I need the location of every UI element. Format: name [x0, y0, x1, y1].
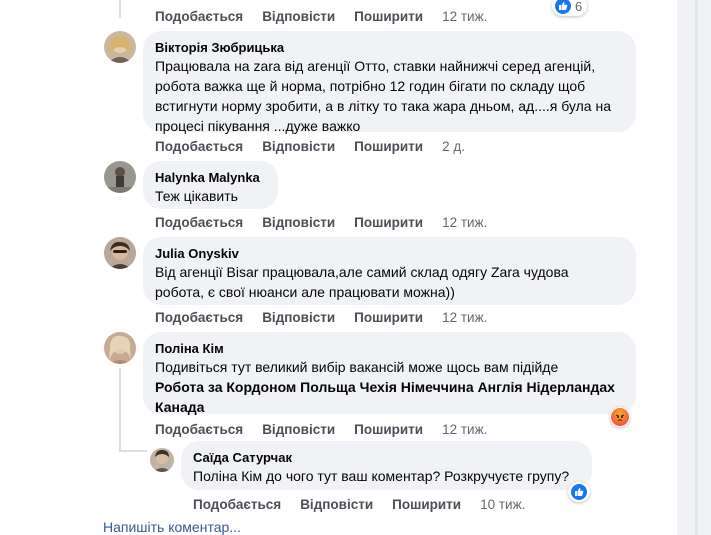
comment-bubble: Halynka Malynka Теж цікавить	[143, 161, 278, 209]
reply-button[interactable]: Відповісти	[262, 9, 335, 25]
comment-text: Теж цікавить	[155, 188, 238, 204]
right-gutter	[677, 0, 711, 535]
timestamp[interactable]: 12 тиж.	[442, 215, 487, 231]
like-button[interactable]: Подобається	[193, 497, 281, 513]
avatar[interactable]	[150, 448, 174, 472]
comment-author[interactable]: Julia Onyskiv	[155, 245, 624, 262]
avatar[interactable]	[104, 332, 136, 364]
comment-actions: Подобається Відповісти Поширити 12 тиж.	[155, 310, 487, 326]
like-reaction-icon	[555, 0, 571, 14]
thread-line	[119, 0, 121, 18]
comment-text: Поліна Кім до чого тут ваш коментар? Роз…	[193, 468, 570, 484]
reaction-badge[interactable]	[610, 407, 630, 427]
angry-reaction-icon	[611, 408, 629, 426]
share-button[interactable]: Поширити	[354, 422, 423, 438]
like-reaction-icon	[571, 484, 587, 500]
share-button[interactable]: Поширити	[392, 497, 461, 513]
reaction-badge[interactable]	[568, 482, 590, 502]
share-button[interactable]: Поширити	[354, 139, 423, 155]
reaction-count: 6	[575, 0, 583, 14]
scrollbar-track[interactable]	[695, 0, 698, 535]
timestamp[interactable]: 10 тиж.	[480, 497, 525, 513]
like-button[interactable]: Подобається	[155, 422, 243, 438]
comment-text: Від агенції Bisar працювала,але самий ск…	[155, 264, 569, 300]
timestamp[interactable]: 12 тиж.	[442, 422, 487, 438]
comment-actions: Подобається Відповісти Поширити 12 тиж.	[155, 9, 487, 25]
avatar[interactable]	[104, 161, 136, 193]
comment-actions: Подобається Відповісти Поширити 10 тиж.	[193, 497, 525, 513]
thread-line	[119, 368, 121, 452]
share-button[interactable]: Поширити	[354, 310, 423, 326]
comment-text: Подивіться тут великий вибір вакансій мо…	[155, 359, 559, 375]
comment-bubble: Саїда Сатурчак Поліна Кім до чого тут ва…	[181, 441, 592, 490]
comment-actions: Подобається Відповісти Поширити 2 д.	[155, 139, 465, 155]
like-button[interactable]: Подобається	[155, 139, 243, 155]
comment-author[interactable]: Вікторія Зюбрицька	[155, 39, 624, 56]
comment-bubble: Поліна Кім Подивіться тут великий вибір …	[143, 332, 636, 417]
thread-line	[119, 450, 147, 452]
reply-button[interactable]: Відповісти	[262, 422, 335, 438]
avatar[interactable]	[104, 31, 136, 63]
comment-bubble: Вікторія Зюбрицька Працювала на zara від…	[143, 31, 636, 134]
timestamp[interactable]: 12 тиж.	[442, 9, 487, 25]
comment-text: Працювала на zara від агенції Отто, став…	[155, 58, 611, 134]
like-button[interactable]: Подобається	[155, 9, 243, 25]
write-comment-link[interactable]: Напишіть коментар...	[103, 519, 241, 535]
avatar[interactable]	[104, 237, 136, 269]
comment-actions: Подобається Відповісти Поширити 12 тиж.	[155, 422, 487, 438]
reply-button[interactable]: Відповісти	[262, 215, 335, 231]
timestamp[interactable]: 12 тиж.	[442, 310, 487, 326]
share-button[interactable]: Поширити	[354, 215, 423, 231]
like-button[interactable]: Подобається	[155, 215, 243, 231]
reply-button[interactable]: Відповісти	[262, 139, 335, 155]
comment-author[interactable]: Саїда Сатурчак	[193, 449, 580, 466]
comment-author[interactable]: Halynka Malynka	[155, 169, 266, 186]
timestamp[interactable]: 2 д.	[442, 139, 465, 155]
comment-link-text[interactable]: Робота за Кордоном Польща Чехія Німеччин…	[155, 377, 624, 417]
reply-button[interactable]: Відповісти	[262, 310, 335, 326]
comment-author[interactable]: Поліна Кім	[155, 340, 624, 357]
like-button[interactable]: Подобається	[155, 310, 243, 326]
share-button[interactable]: Поширити	[354, 9, 423, 25]
reaction-badge[interactable]: 6	[552, 0, 588, 16]
comment-bubble: Julia Onyskiv Від агенції Bisar працювал…	[143, 237, 636, 305]
reply-button[interactable]: Відповісти	[300, 497, 373, 513]
comment-actions: Подобається Відповісти Поширити 12 тиж.	[155, 215, 487, 231]
